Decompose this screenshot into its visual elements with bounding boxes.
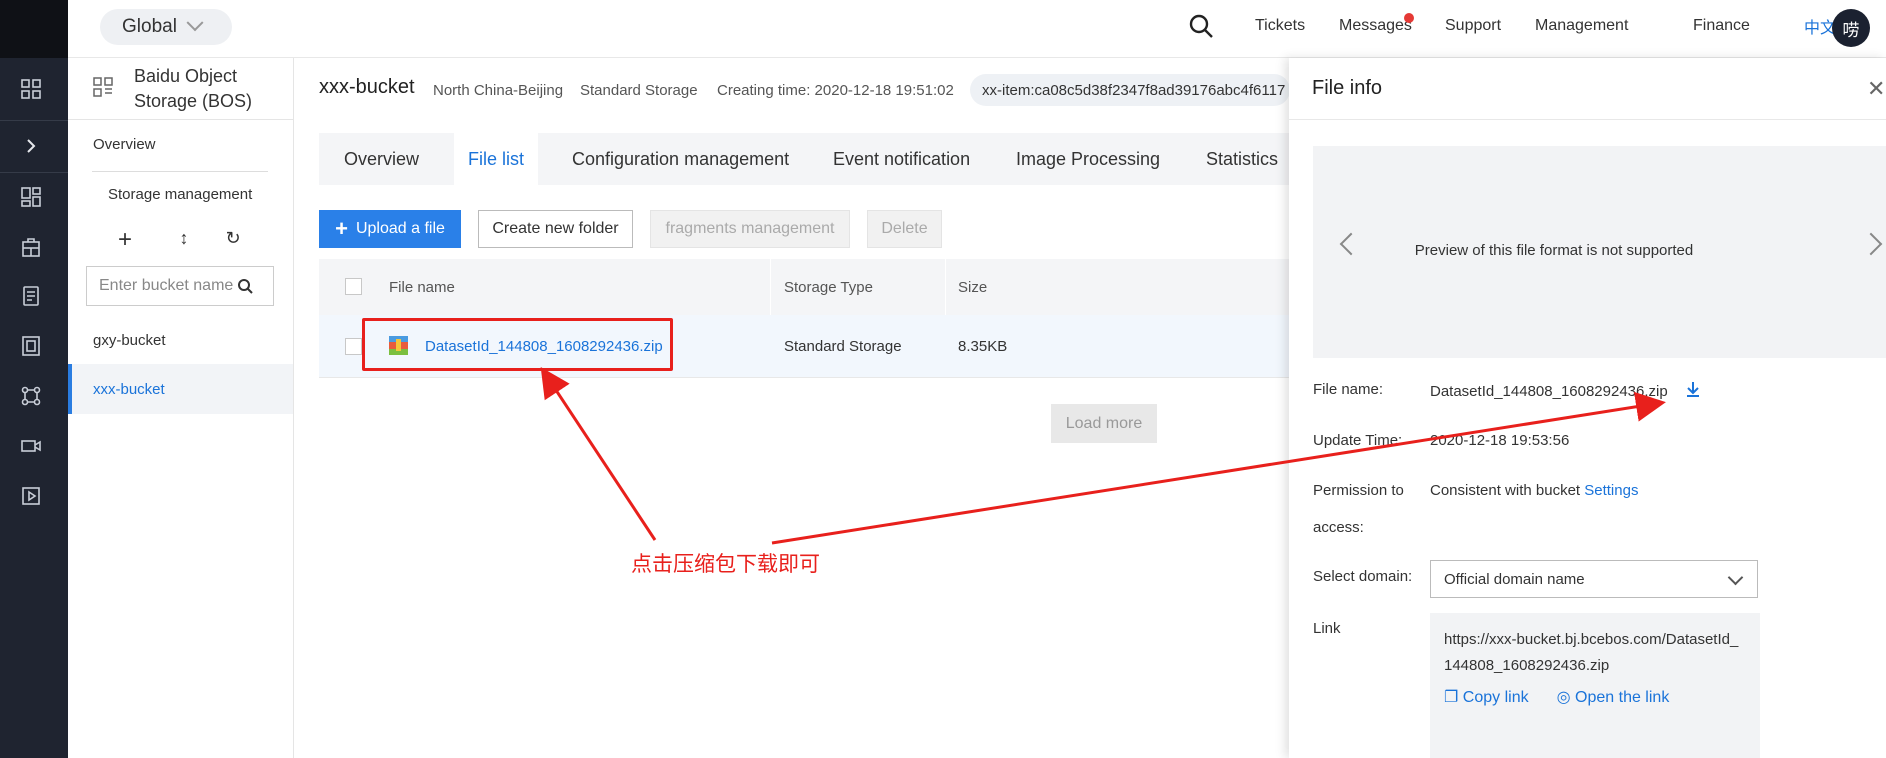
copy-link-button[interactable]: ❐ Copy link [1444,685,1529,711]
plus-icon: + [335,216,348,241]
link-label: Link [1313,620,1341,637]
avatar[interactable]: 唠 [1832,9,1870,47]
col-size: Size [958,278,988,296]
sidebar-item-storage-management[interactable]: Storage management [108,186,252,203]
cell-size: 8.35KB [958,338,1008,355]
upload-file-label: Upload a file [355,220,445,237]
bucket-region: North China-Beijing [433,82,564,99]
nav-management[interactable]: Management [1535,0,1628,52]
bucket-title: xxx-bucket [319,76,415,98]
nav-tickets[interactable]: Tickets [1255,0,1305,52]
permission-label-line2: access: [1313,519,1364,536]
rail-top [0,0,68,58]
network-icon[interactable] [20,385,42,407]
tab-event-notification[interactable]: Event notification [833,133,970,185]
annotation-text: 点击压缩包下载即可 [631,553,820,576]
tab-configuration[interactable]: Configuration management [572,133,789,185]
permission-label-line1: Permission to [1313,482,1404,499]
left-rail [0,0,68,758]
file-name-value: DatasetId_144808_1608292436.zip [1430,383,1668,400]
nav-messages[interactable]: Messages [1339,0,1412,52]
grid-apps-icon [92,76,114,101]
add-icon[interactable]: + [115,226,135,254]
search-icon[interactable] [1188,0,1214,52]
chevron-down-icon [1727,569,1744,586]
bucket-item[interactable]: gxy-bucket [68,315,293,365]
tab-file-list[interactable]: File list [454,133,539,185]
domain-selected-value: Official domain name [1444,570,1585,588]
video-camera-icon[interactable] [20,435,42,457]
fragments-management-button[interactable]: fragments management [650,210,850,248]
region-label: Global [122,16,177,37]
row-checkbox[interactable] [345,338,362,355]
bucket-search-placeholder: Enter bucket name [99,277,234,294]
sidebar-item-overview[interactable]: Overview [93,136,156,153]
tab-statistics[interactable]: Statistics [1206,133,1278,185]
permission-value: Consistent with bucket Settings [1430,482,1639,499]
region-selector[interactable]: Global [100,9,232,45]
bucket-search-input[interactable]: Enter bucket name [86,266,274,306]
download-icon[interactable] [1685,380,1701,401]
play-icon[interactable] [20,485,42,507]
notification-dot [1404,13,1414,23]
close-icon[interactable]: ✕ [1867,76,1885,102]
domain-label: Select domain: [1313,568,1413,585]
eye-icon: ◎ [1556,689,1571,706]
service-title: Baidu Object Storage (BOS) [134,65,253,111]
bucket-storage-class: Standard Storage [580,82,698,99]
expand-chevron-icon[interactable] [20,135,42,157]
settings-link[interactable]: Settings [1584,482,1638,499]
link-box: https://xxx-bucket.bj.bcebos.com/Dataset… [1430,613,1760,758]
col-storage-type: Storage Type [784,278,873,296]
tab-image-processing[interactable]: Image Processing [1016,133,1160,185]
file-preview: Preview of this file format is not suppo… [1313,146,1886,358]
bucket-item-active[interactable]: xxx-bucket [68,364,293,414]
tab-bar: Overview File list Configuration managem… [319,133,1289,185]
file-name-label: File name: [1313,381,1384,398]
preview-message: Preview of this file format is not suppo… [1414,242,1694,259]
service-sidebar: Baidu Object Storage (BOS) Overview Stor… [68,58,294,758]
divider [92,171,268,172]
building-icon[interactable] [20,236,42,258]
file-table-header: File name Storage Type Size [319,259,1289,315]
select-all-checkbox[interactable] [345,278,362,295]
top-bar: Global Tickets Messages Support Manageme… [68,0,1886,58]
create-folder-button[interactable]: Create new folder [478,210,633,248]
delete-button[interactable]: Delete [867,210,942,248]
next-arrow-icon[interactable] [1859,232,1883,256]
refresh-icon[interactable]: ↻ [223,228,243,249]
dashboard-icon[interactable] [20,186,42,208]
document-icon[interactable] [20,285,42,307]
nav-support[interactable]: Support [1445,0,1501,52]
update-time-value: 2020-12-18 19:53:56 [1430,432,1570,449]
domain-select[interactable]: Official domain name [1430,560,1758,598]
link-url-line1: https://xxx-bucket.bj.bcebos.com/Dataset… [1444,631,1739,648]
open-link-button[interactable]: ◎ Open the link [1557,685,1670,711]
annotation-highlight-box [362,318,673,371]
update-time-label: Update Time: [1313,432,1403,449]
col-file-name: File name [389,278,455,296]
sort-icon[interactable]: ↕ [174,228,194,249]
link-url-line2: 144808_1608292436.zip [1444,657,1610,674]
cell-storage-type: Standard Storage [784,338,902,355]
item-id-badge: xx-item:ca08c5d38f2347f8ad39176abc4f6117 [970,74,1290,106]
bucket-creating-time: Creating time: 2020-12-18 19:51:02 [717,82,954,99]
copy-icon: ❐ [1444,689,1459,706]
load-more-button[interactable]: Load more [1051,404,1157,443]
storage-icon[interactable] [20,335,42,357]
service-header: Baidu Object Storage (BOS) [68,58,293,120]
upload-file-button[interactable]: + Upload a file [319,210,461,248]
file-info-drawer: File info ✕ Preview of this file format … [1289,58,1886,758]
grid-icon[interactable] [20,78,42,100]
chevron-down-icon [186,14,204,32]
nav-finance[interactable]: Finance [1693,0,1750,52]
drawer-title: File info [1289,58,1886,120]
tab-overview[interactable]: Overview [344,133,419,185]
